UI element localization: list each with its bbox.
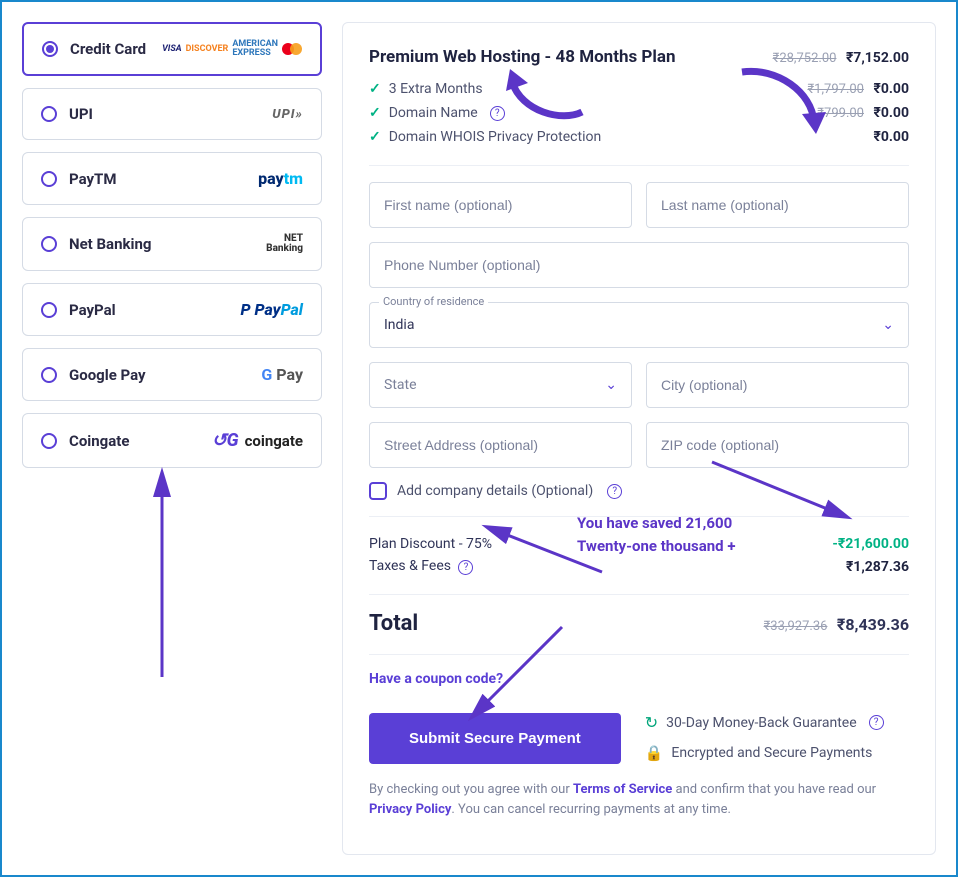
include-label: Domain Name <box>389 105 478 121</box>
total-label: Total <box>369 611 418 636</box>
payment-option-coingate[interactable]: Coingate ↺G coingate <box>22 413 322 468</box>
payment-option-label: PayTM <box>69 170 116 188</box>
payment-option-paytm[interactable]: PayTM paytm <box>22 152 322 205</box>
check-icon: ✓ <box>369 105 381 121</box>
privacy-link[interactable]: Privacy Policy <box>369 802 451 817</box>
help-icon[interactable]: ? <box>607 484 622 499</box>
include-price: ₹0.00 <box>873 129 909 145</box>
moneyback-text: 30-Day Money-Back Guarantee <box>666 715 857 731</box>
payment-option-upi[interactable]: UPI UPI» <box>22 88 322 140</box>
check-icon: ✓ <box>369 81 381 97</box>
country-value: India <box>384 317 414 333</box>
last-name-input[interactable] <box>646 182 909 228</box>
netbanking-logo: NETBanking <box>266 234 303 254</box>
include-label: Domain WHOIS Privacy Protection <box>389 129 601 145</box>
discount-label: Plan Discount - 75% <box>369 536 492 552</box>
upi-logo: UPI» <box>272 107 303 122</box>
plan-title: Premium Web Hosting - 48 Months Plan <box>369 47 676 67</box>
chevron-down-icon: ⌄ <box>882 317 894 333</box>
payment-option-paypal[interactable]: PayPal P PayPal <box>22 283 322 336</box>
help-icon[interactable]: ? <box>458 560 473 575</box>
discount-value: -₹21,600.00 <box>832 536 909 552</box>
radio-icon <box>42 41 58 57</box>
lock-icon: 🔒 <box>645 744 664 762</box>
legal-text: By checking out you agree with our Terms… <box>369 780 909 819</box>
country-select[interactable]: India ⌄ <box>369 302 909 348</box>
city-input[interactable] <box>646 362 909 408</box>
paytm-logo: paytm <box>258 169 303 188</box>
total-value: ₹8,439.36 <box>837 615 909 634</box>
street-input[interactable] <box>369 422 632 468</box>
coupon-link[interactable]: Have a coupon code? <box>369 671 909 687</box>
radio-icon <box>41 106 57 122</box>
state-placeholder: State <box>384 377 417 393</box>
terms-link[interactable]: Terms of Service <box>573 782 672 797</box>
state-select[interactable]: State ⌄ <box>369 362 632 408</box>
payment-option-googlepay[interactable]: Google Pay G Pay <box>22 348 322 401</box>
payment-option-label: Coingate <box>69 432 129 450</box>
gpay-logo: G Pay <box>261 365 303 384</box>
taxes-value: ₹1,287.36 <box>846 559 909 575</box>
plan-orig-price: ₹28,752.00 <box>773 51 837 66</box>
zip-input[interactable] <box>646 422 909 468</box>
submit-payment-button[interactable]: Submit Secure Payment <box>369 713 621 764</box>
paypal-logo: P PayPal <box>241 300 304 319</box>
checkout-panel: Premium Web Hosting - 48 Months Plan ₹28… <box>342 22 936 855</box>
payment-option-netbanking[interactable]: Net Banking NETBanking <box>22 217 322 271</box>
radio-icon <box>41 302 57 318</box>
payment-option-credit-card[interactable]: Credit Card VISA DISCOVER AMERICANEXPRES… <box>22 22 322 76</box>
coingate-logo: ↺G coingate <box>212 430 303 451</box>
payment-methods-sidebar: Credit Card VISA DISCOVER AMERICANEXPRES… <box>22 22 322 855</box>
include-price: ₹0.00 <box>873 105 909 121</box>
phone-input[interactable] <box>369 242 909 288</box>
country-label: Country of residence <box>379 295 488 308</box>
payment-option-label: UPI <box>69 105 93 123</box>
total-orig: ₹33,927.36 <box>764 619 828 634</box>
credit-card-logos: VISA DISCOVER AMERICANEXPRESS <box>162 40 302 58</box>
first-name-input[interactable] <box>369 182 632 228</box>
payment-option-label: Net Banking <box>69 235 151 253</box>
radio-icon <box>41 171 57 187</box>
check-icon: ✓ <box>369 129 381 145</box>
payment-option-label: PayPal <box>69 301 116 319</box>
help-icon[interactable]: ? <box>490 106 505 121</box>
encrypted-text: Encrypted and Secure Payments <box>671 745 872 761</box>
radio-icon <box>41 367 57 383</box>
company-checkbox[interactable] <box>369 482 387 500</box>
radio-icon <box>41 236 57 252</box>
radio-icon <box>41 433 57 449</box>
payment-option-label: Credit Card <box>70 40 146 58</box>
refresh-icon: ↻ <box>645 713 658 732</box>
include-label: 3 Extra Months <box>389 81 483 97</box>
include-price: ₹0.00 <box>873 81 909 97</box>
taxes-label: Taxes & Fees <box>369 558 451 574</box>
include-orig: ₹1,797.00 <box>807 82 864 97</box>
plan-price: ₹7,152.00 <box>846 50 909 66</box>
include-orig: ₹799.00 <box>817 106 864 121</box>
help-icon[interactable]: ? <box>869 715 884 730</box>
payment-option-label: Google Pay <box>69 366 146 384</box>
chevron-down-icon: ⌄ <box>605 377 617 393</box>
company-label: Add company details (Optional) <box>397 483 593 499</box>
